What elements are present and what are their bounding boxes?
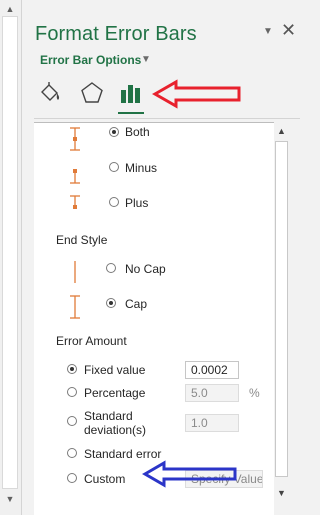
- std-deviation-label: Standard deviation(s): [84, 409, 146, 437]
- pane-scroll-thumb[interactable]: [275, 141, 288, 477]
- active-tab-indicator: [118, 112, 144, 114]
- pane-scroll-down-icon[interactable]: ▼: [277, 488, 286, 498]
- no-cap-radio[interactable]: [106, 263, 116, 273]
- cap-label: Cap: [125, 297, 148, 311]
- end-style-heading: End Style: [56, 233, 108, 247]
- std-deviation-label-line2: deviation(s): [84, 423, 147, 437]
- fill-line-icon[interactable]: [37, 80, 63, 106]
- plus-label: Plus: [125, 196, 149, 210]
- minus-icon: [68, 166, 82, 186]
- minus-radio[interactable]: [109, 162, 119, 172]
- std-error-label: Standard error: [84, 447, 162, 461]
- blue-arrow-annotation: [142, 460, 238, 488]
- both-radio[interactable]: [109, 127, 119, 137]
- both-icon: [68, 126, 82, 152]
- worksheet-scroll-track[interactable]: [2, 16, 18, 489]
- effects-icon[interactable]: [79, 80, 105, 106]
- scroll-up-arrow-icon[interactable]: ▲: [2, 2, 18, 16]
- minus-label: Minus: [125, 161, 158, 175]
- custom-radio[interactable]: [67, 473, 77, 483]
- fixed-value-input[interactable]: 0.0002: [185, 361, 239, 379]
- custom-label: Custom: [84, 472, 126, 486]
- scroll-down-arrow-icon[interactable]: ▼: [2, 492, 18, 506]
- cap-radio[interactable]: [106, 298, 116, 308]
- percentage-input[interactable]: 5.0: [185, 384, 239, 402]
- std-deviation-label-line1: Standard: [84, 409, 133, 423]
- std-error-radio[interactable]: [67, 448, 77, 458]
- std-deviation-radio[interactable]: [67, 416, 77, 426]
- percentage-radio[interactable]: [67, 387, 77, 397]
- plus-radio[interactable]: [109, 197, 119, 207]
- pane-scroll-up-icon[interactable]: ▲: [277, 126, 286, 136]
- error-amount-heading: Error Amount: [56, 334, 127, 348]
- format-error-bars-pane: Format Error Bars ▼ ✕ Error Bar Options …: [22, 0, 305, 515]
- chevron-down-icon[interactable]: ▼: [141, 54, 151, 65]
- no-cap-icon: [68, 259, 82, 285]
- no-cap-label: No Cap: [125, 262, 166, 276]
- percentage-label: Percentage: [84, 386, 146, 400]
- pane-title: Format Error Bars: [35, 23, 197, 45]
- error-bar-options-dropdown[interactable]: Error Bar Options: [40, 53, 141, 67]
- fixed-value-radio[interactable]: [67, 364, 77, 374]
- cap-icon: [68, 294, 82, 320]
- tab-separator: [34, 118, 300, 119]
- red-arrow-annotation: [152, 79, 242, 109]
- fixed-value-label: Fixed value: [84, 363, 146, 377]
- pane-options-icon[interactable]: ▼: [263, 26, 273, 37]
- section-divider: [34, 122, 274, 123]
- error-bar-options-icon[interactable]: [118, 80, 144, 106]
- percent-unit: %: [249, 386, 260, 400]
- both-label: Both: [125, 125, 150, 139]
- plus-icon: [68, 194, 82, 214]
- std-deviation-input[interactable]: 1.0: [185, 414, 239, 432]
- close-icon[interactable]: ✕: [281, 20, 296, 41]
